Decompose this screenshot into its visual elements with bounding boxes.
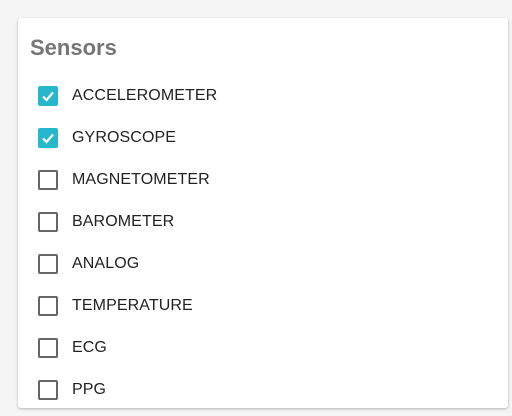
- magnetometer-checkbox[interactable]: [38, 170, 58, 190]
- sensor-label: TEMPERATURE: [72, 297, 193, 314]
- sensor-item-ecg[interactable]: ECG: [38, 327, 217, 369]
- barometer-checkbox[interactable]: [38, 212, 58, 232]
- sensor-label: GYROSCOPE: [72, 129, 177, 146]
- panel-title: Sensors: [30, 35, 117, 60]
- sensor-label: ANALOG: [72, 255, 140, 272]
- sensor-label: BAROMETER: [72, 213, 175, 230]
- accelerometer-checkbox[interactable]: [38, 86, 58, 106]
- analog-checkbox[interactable]: [38, 254, 58, 274]
- sensor-item-analog[interactable]: ANALOG: [38, 243, 217, 285]
- sensor-item-accelerometer[interactable]: ACCELEROMETER: [38, 75, 217, 117]
- checkmark-icon: [42, 133, 54, 144]
- temperature-checkbox[interactable]: [38, 296, 58, 316]
- sensor-label: MAGNETOMETER: [72, 171, 210, 188]
- sensor-item-gyroscope[interactable]: GYROSCOPE: [38, 117, 217, 159]
- sensor-item-barometer[interactable]: BAROMETER: [38, 201, 217, 243]
- checkmark-icon: [42, 91, 54, 102]
- sensor-label: PPG: [72, 381, 107, 398]
- sensor-label: ECG: [72, 339, 107, 356]
- gyroscope-checkbox[interactable]: [38, 128, 58, 148]
- sensor-item-temperature[interactable]: TEMPERATURE: [38, 285, 217, 327]
- sensor-item-magnetometer[interactable]: MAGNETOMETER: [38, 159, 217, 201]
- ppg-checkbox[interactable]: [38, 380, 58, 400]
- sensors-card: Sensors ACCELEROMETER GYROSCOPE MAGNETOM…: [18, 18, 508, 408]
- sensor-list: ACCELEROMETER GYROSCOPE MAGNETOMETER BAR…: [38, 75, 217, 411]
- sensor-label: ACCELEROMETER: [72, 87, 218, 104]
- sensor-item-ppg[interactable]: PPG: [38, 369, 217, 411]
- ecg-checkbox[interactable]: [38, 338, 58, 358]
